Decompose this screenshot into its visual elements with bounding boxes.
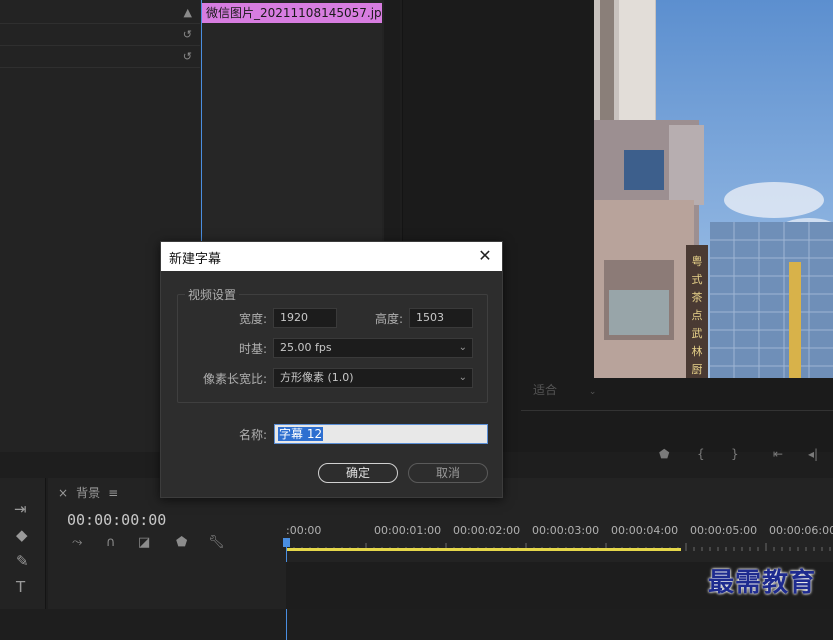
add-marker-icon[interactable]: ⬟ <box>659 447 669 461</box>
pixel-aspect-value: 方形像素 (1.0) <box>280 371 354 384</box>
reset-icon[interactable]: ↺ <box>183 50 192 63</box>
svg-text:粤: 粤 <box>692 254 703 268</box>
ruler-label: 00:00:03:00 <box>532 524 600 537</box>
timeline-ruler[interactable]: :00:00 00:00:01:00 00:00:02:00 00:00:03:00 0… <box>283 518 833 640</box>
collapse-arrow-icon[interactable]: ▲ <box>184 6 192 19</box>
height-field[interactable]: 1503 <box>409 308 473 328</box>
ruler-label: 00:00:06:00 <box>769 524 833 537</box>
tab-sequence[interactable]: × 背景 ≡ <box>58 484 118 501</box>
timebase-value: 25.00 fps <box>280 341 332 354</box>
clip-label[interactable]: 微信图片_20211108145057.jpg <box>202 3 382 23</box>
ruler-label: :00:00 <box>286 524 322 537</box>
ruler-label: 00:00:01:00 <box>374 524 442 537</box>
svg-text:式: 式 <box>692 273 703 286</box>
effect-row[interactable]: ↺ <box>0 46 200 68</box>
razor-icon[interactable]: ◆ <box>16 526 28 544</box>
watermark: 最需教育 <box>708 568 817 598</box>
ruler-label: 00:00:04:00 <box>611 524 679 537</box>
dialog-title: 新建字幕 <box>169 252 222 267</box>
svg-text:厨: 厨 <box>692 363 703 376</box>
preview-image: 粤 式 茶 点 武 林 厨 <box>594 0 833 378</box>
snap-icon[interactable]: ∩ <box>106 535 116 550</box>
marker-icon[interactable]: ⬟ <box>176 535 187 550</box>
timecode-display[interactable]: 00:00:00:00 <box>67 511 166 529</box>
width-label: 宽度: <box>238 312 267 326</box>
width-field[interactable]: 1920 <box>273 308 337 328</box>
monitor-ruler[interactable] <box>521 410 833 411</box>
new-title-dialog: 新建字幕 ✕ 视频设置 宽度: 1920 高度: 1503 时基: 25.00 … <box>160 241 503 498</box>
name-field[interactable]: 字幕 12 <box>274 424 488 444</box>
work-area-bar[interactable] <box>286 548 681 551</box>
linked-selection-icon[interactable]: ◪ <box>138 535 150 550</box>
track-select-icon[interactable]: ⇥ <box>14 500 27 518</box>
name-label: 名称: <box>238 428 267 442</box>
name-field-selection: 字幕 12 <box>278 427 324 441</box>
go-to-in-icon[interactable]: ⇤ <box>773 447 783 461</box>
type-tool-icon[interactable]: T <box>16 578 25 596</box>
height-label: 高度: <box>374 312 403 326</box>
timebase-select[interactable]: 25.00 fps ⌄ <box>273 338 473 358</box>
step-back-icon[interactable]: ◂| <box>808 447 818 461</box>
video-settings-label: 视频设置 <box>185 286 240 303</box>
ok-button[interactable]: 确定 <box>318 463 398 483</box>
close-icon[interactable]: × <box>58 486 68 500</box>
ruler-label: 00:00:02:00 <box>453 524 521 537</box>
dialog-titlebar[interactable]: 新建字幕 ✕ <box>161 242 502 271</box>
pixel-aspect-select[interactable]: 方形像素 (1.0) ⌄ <box>273 368 473 388</box>
pen-icon[interactable]: ✎ <box>16 552 29 570</box>
cancel-button[interactable]: 取消 <box>408 463 488 483</box>
nest-icon[interactable]: ⤳ <box>72 535 82 550</box>
effect-row[interactable]: ↺ <box>0 24 200 46</box>
chevron-down-icon: ⌄ <box>588 387 597 397</box>
svg-text:林: 林 <box>692 344 703 358</box>
playhead-handle[interactable] <box>283 538 290 547</box>
close-icon[interactable]: ✕ <box>474 245 496 267</box>
chevron-down-icon: ⌄ <box>458 342 467 353</box>
ruler-label: 00:00:05:00 <box>690 524 758 537</box>
fit-select-label: 适合 <box>533 383 558 397</box>
tools-panel: ⇥ ◆ ✎ T <box>0 478 46 609</box>
effect-row[interactable]: ▲ <box>0 2 200 24</box>
reset-icon[interactable]: ↺ <box>183 28 192 41</box>
wrench-icon[interactable]: 🔧︎ <box>208 535 225 550</box>
menu-icon[interactable]: ≡ <box>108 486 118 500</box>
mark-in-icon[interactable]: { <box>697 447 705 461</box>
timebase-label: 时基: <box>238 342 267 356</box>
fit-select[interactable]: 适合 ⌄ <box>527 380 613 400</box>
svg-text:点: 点 <box>692 309 703 322</box>
tab-label: 背景 <box>76 486 101 500</box>
pixel-aspect-label: 像素长宽比: <box>202 372 267 386</box>
svg-text:茶: 茶 <box>692 291 703 304</box>
svg-text:武: 武 <box>692 327 703 340</box>
chevron-down-icon: ⌄ <box>458 372 467 383</box>
mark-out-icon[interactable]: } <box>731 447 739 461</box>
